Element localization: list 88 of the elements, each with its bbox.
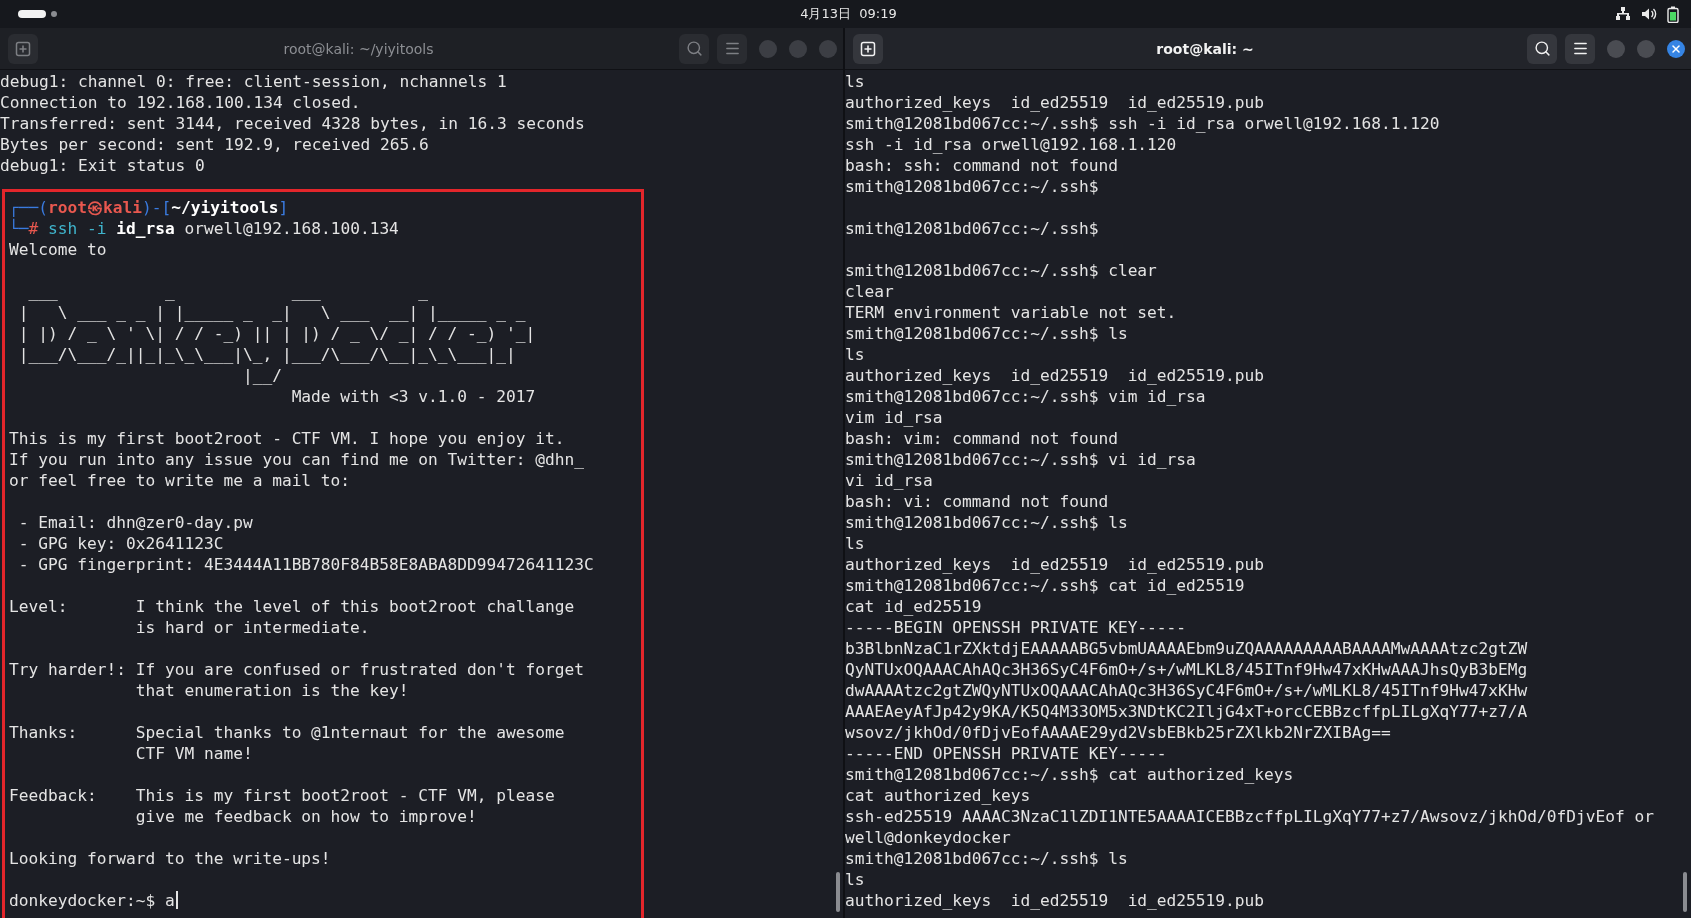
terminal-line: -----END OPENSSH PRIVATE KEY----- xyxy=(845,743,1167,764)
terminal-line: ls xyxy=(845,344,865,365)
terminal-line: donkeydocker:~$ a xyxy=(9,890,178,911)
terminal-line: - Email: dhn@zer0-day.pw xyxy=(17,512,253,533)
terminal-line: smith@12081bd067cc:~/.ssh$ ls xyxy=(845,848,1128,869)
network-icon xyxy=(1615,6,1631,22)
terminal-line: smith@12081bd067cc:~/.ssh$ vim id_rsa xyxy=(845,386,1206,407)
terminal-line: Try harder!: If you are confused or frustrated don't forget xyxy=(9,659,584,680)
terminal-line: Welcome to xyxy=(9,239,107,260)
terminal-line: Level: I think the level of this boot2root challange xyxy=(9,596,575,617)
menu-icon xyxy=(723,40,741,57)
terminal-line: TERM environment variable not set. xyxy=(845,302,1177,323)
terminal-line: Made with <3 v.1.0 - 2017 xyxy=(290,386,536,407)
terminal-line: bash: vi: command not found xyxy=(845,491,1109,512)
ascii-art-line: | \ ___ _ _ | |_____ _ _| \ ___ __| |_____ _ _ xyxy=(17,302,526,323)
menu-icon xyxy=(1571,40,1589,57)
terminal-line: debug1: Exit status 0 xyxy=(0,155,205,176)
terminal-line: ssh-ed25519 AAAAC3NzaC1lZDI1NTE5AAAAICEBBzcffpLILgXqY77+z7/Awsovz/jkhOd/0fDjvEof or xyxy=(845,806,1654,827)
terminal-line: - GPG key: 0x2641123C xyxy=(17,533,224,554)
terminal-line: give me feedback on how to improve! xyxy=(134,806,477,827)
terminal-line: well@donkeydocker xyxy=(845,827,1011,848)
terminal-line: smith@12081bd067cc:~/.ssh$ cat id_ed25519 xyxy=(845,575,1245,596)
terminal-line: Connection to 192.168.100.134 closed. xyxy=(0,92,361,113)
window-title: root@kali: ~ xyxy=(1155,40,1255,57)
terminal-line: smith@12081bd067cc:~/.ssh$ ls xyxy=(845,323,1128,344)
terminal-line: Feedback: This is my first boot2root - CTF VM, please xyxy=(9,785,555,806)
terminal-line: b3BlbnNzaC1rZXktdjEAAAAABG5vbmUAAAAEbm9uZQAAAAAAAAABAAAAMwAAAAtzc2gtZW xyxy=(845,638,1528,659)
terminal-line: authorized_keys id_ed25519 id_ed25519.pub xyxy=(845,554,1265,575)
terminal-line: smith@12081bd067cc:~/.ssh$ clear xyxy=(845,260,1157,281)
terminal-line: ls xyxy=(845,869,865,890)
search-icon xyxy=(1533,40,1551,57)
terminal-line: authorized_keys id_ed25519 id_ed25519.pub xyxy=(845,890,1265,911)
close-button[interactable] xyxy=(1667,39,1685,58)
terminal-line: cat authorized_keys xyxy=(845,785,1031,806)
terminal-line: If you run into any issue you can find me on Twitter: @dhn_ xyxy=(9,449,584,470)
terminal-line: debug1: channel 0: free: client-session, nchannels 1 xyxy=(0,71,507,92)
volume-icon xyxy=(1641,6,1657,22)
window-title: root@kali: ~/yiyitools xyxy=(282,40,435,57)
ascii-art-line: | |) / _ \ ' \| / / -_) || | |) / _ \/ _| / / -_) '_| xyxy=(17,323,536,344)
terminal-line: bash: vim: command not found xyxy=(845,428,1118,449)
terminal-line: smith@12081bd067cc:~/.ssh$ ls xyxy=(845,512,1128,533)
terminal-line: that enumeration is the key! xyxy=(134,680,409,701)
terminal-line: authorized_keys id_ed25519 id_ed25519.pub xyxy=(845,92,1265,113)
terminal-line: bash: ssh: command not found xyxy=(845,155,1118,176)
terminal-line: QyNTUxOQAAACAhAQc3H36SyC4F6mO+/s+/wMLKL8/45ITnf9Hw47xKHwAAAJhsQyB3bEMg xyxy=(845,659,1528,680)
terminal-line: smith@12081bd067cc:~/.ssh$ xyxy=(845,176,1099,197)
terminal-line: authorized_keys id_ed25519 id_ed25519.pub xyxy=(845,365,1265,386)
terminal-line: wsovz/jkhOd/0fDjvEofAAAAE29yd2VsbEBkb25rZXlkb2NrZXIBAg== xyxy=(845,722,1391,743)
terminal-line: AAAEAeyAfJp42y9KA/K5Q4M33OM5x3NDtKC2IljG4xT+orcCEBBzcffpLILgXqY77+z7/A xyxy=(845,701,1528,722)
terminal-line: dwAAAAtzc2gtZWQyNTUxOQAAACAhAQc3H36SyC4F6mO+/s+/wMLKL8/45ITnf9Hw47xKHw xyxy=(845,680,1528,701)
terminal-line: - GPG fingerprint: 4E3444A11BB780F84B58E8ABA8DD99472641123C xyxy=(17,554,594,575)
scrollbar-thumb[interactable] xyxy=(1683,872,1687,912)
terminal-line: ssh -i id_rsa orwell@192.168.1.120 xyxy=(845,134,1177,155)
ascii-art-line: |__/ xyxy=(241,365,282,386)
terminal-line: or feel free to write me a mail to: xyxy=(9,470,351,491)
terminal-line: Looking forward to the write-ups! xyxy=(9,848,331,869)
terminal-line: smith@12081bd067cc:~/.ssh$ xyxy=(845,218,1099,239)
scrollbar-thumb[interactable] xyxy=(836,872,840,912)
ascii-art-line: |___/\___/_||_|_\_\___|\_, |___/\___/\__|_\_\___|_| xyxy=(17,344,516,365)
search-icon xyxy=(685,40,703,57)
prompt-line: ┌──(root㉿kali)-[~/yiyitools] xyxy=(9,197,289,218)
terminal-line: vim id_rsa xyxy=(845,407,943,428)
terminal-line: smith@12081bd067cc:~/.ssh$ vi id_rsa xyxy=(845,449,1196,470)
terminal-line: smith@12081bd067cc:~/.ssh$ ssh -i id_rsa orwell@192.168.1.120 xyxy=(845,113,1440,134)
terminal-line: This is my first boot2root - CTF VM. I hope you enjoy it. xyxy=(9,428,565,449)
prompt-line: └─# ssh -i id_rsa orwell@192.168.100.134 xyxy=(9,218,399,239)
terminal-line: -----BEGIN OPENSSH PRIVATE KEY----- xyxy=(845,617,1187,638)
search-button[interactable] xyxy=(1527,33,1557,64)
new-tab-icon xyxy=(15,40,31,57)
terminal-line: ls xyxy=(845,71,865,92)
terminal-line: vi id_rsa xyxy=(845,470,933,491)
terminal-line: is hard or intermediate. xyxy=(134,617,370,638)
terminal-line: ls xyxy=(845,533,865,554)
clock[interactable]: 4月13日 09:19 xyxy=(800,5,897,23)
terminal-line: Transferred: sent 3144, received 4328 bytes, in 16.3 seconds xyxy=(0,113,585,134)
terminal-line: clear xyxy=(845,281,894,302)
menu-button[interactable] xyxy=(1565,33,1595,64)
new-tab-button[interactable] xyxy=(853,33,883,64)
battery-icon xyxy=(1667,5,1679,23)
terminal-line: Bytes per second: sent 192.9, received 265.6 xyxy=(0,134,429,155)
workspace-indicator-icon xyxy=(18,9,60,19)
terminal-line: Thanks: Special thanks to @1nternaut for the awesome xyxy=(9,722,565,743)
terminal-line: smith@12081bd067cc:~/.ssh$ cat authorized_keys xyxy=(845,764,1294,785)
terminal-line: cat id_ed25519 xyxy=(845,596,982,617)
close-icon xyxy=(1670,42,1682,55)
ascii-art-line: ___ _ ___ _ xyxy=(27,281,429,302)
new-tab-icon xyxy=(860,40,876,57)
terminal-line: CTF VM name! xyxy=(134,743,253,764)
